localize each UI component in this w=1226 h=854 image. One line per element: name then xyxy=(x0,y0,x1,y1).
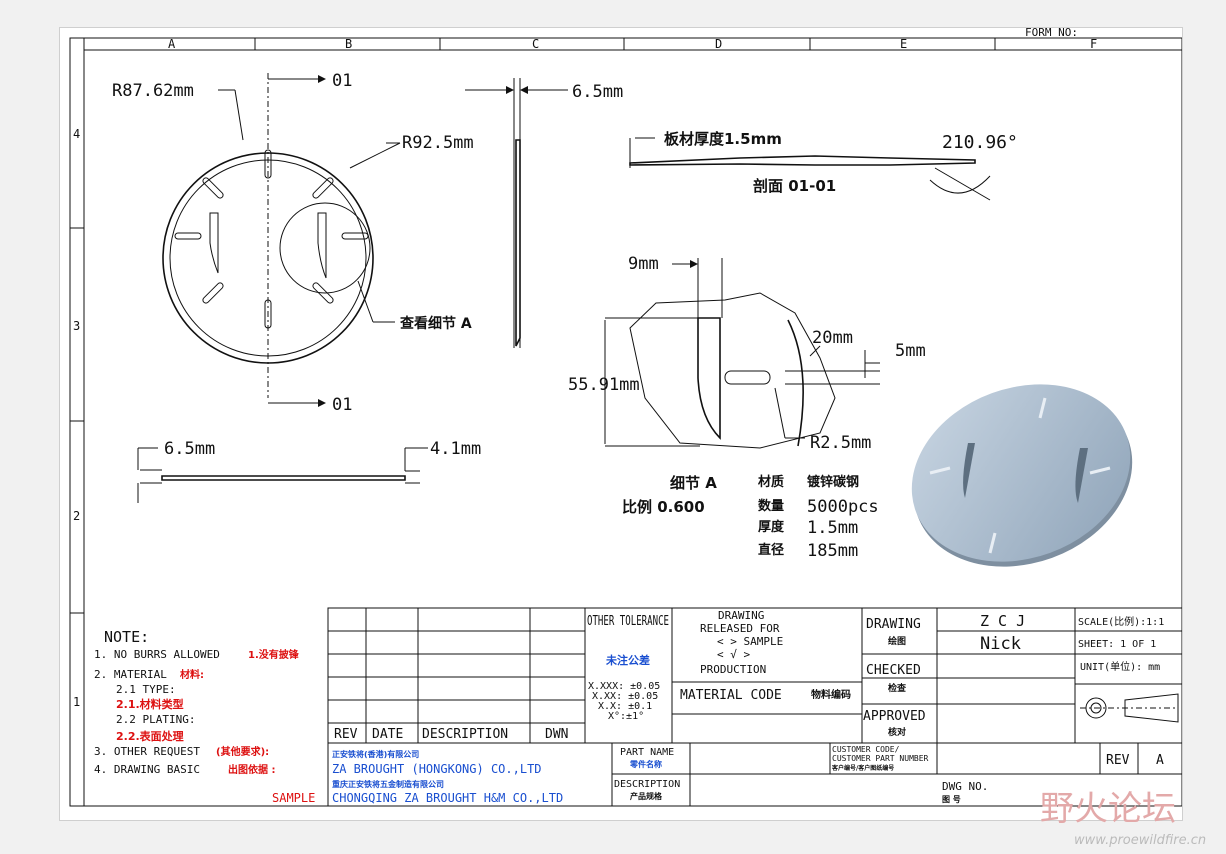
detail-callout: 查看细节 A xyxy=(400,315,472,332)
col-label-a: A xyxy=(168,37,176,51)
side-view xyxy=(465,78,568,348)
drawing-label-cn: 绘图 xyxy=(888,635,906,647)
note-1: 1. NO BURRS ALLOWED xyxy=(94,648,220,661)
checked-label: CHECKED xyxy=(866,663,921,678)
check-option: < √ > xyxy=(717,648,750,661)
note-4: 2.2 PLATING: xyxy=(116,713,195,726)
form-no: FORM NO: xyxy=(1025,28,1078,39)
material-code: MATERIAL CODE xyxy=(680,688,782,703)
rev-header-dwn: DWN xyxy=(545,727,568,742)
dim-r87: R87.62mm xyxy=(112,81,194,101)
spec-value-diameter: 185mm xyxy=(807,541,858,561)
dim-r25: R2.5mm xyxy=(810,433,871,453)
spec-label-diameter: 直径 xyxy=(758,542,784,558)
section-mark-top: 01 xyxy=(332,71,352,91)
drawing-released-title: DRAWING xyxy=(718,609,764,622)
detail-title: 细节 A xyxy=(670,474,717,492)
spec-label-qty: 数量 xyxy=(758,498,784,514)
iso-render xyxy=(911,384,1133,567)
other-tolerance: OTHER TOLERANCE xyxy=(587,614,669,629)
note-6-cn: 出图依据 : xyxy=(228,763,275,776)
rev-header-date: DATE xyxy=(372,727,403,742)
tol-4: X°:±1° xyxy=(608,711,644,722)
col-label-e: E xyxy=(900,37,907,51)
note-6: 4. DRAWING BASIC xyxy=(94,763,200,776)
scale-info: SCALE(比例):1:1 xyxy=(1078,615,1164,628)
company-cn-1: 正安铁将(香港)有限公司 xyxy=(332,749,419,759)
unit-info: UNIT(单位): mm xyxy=(1080,660,1160,673)
part-name: PART NAME xyxy=(620,747,674,758)
dwg-no: DWG NO. xyxy=(942,780,988,793)
dwg-no-cn: 图 号 xyxy=(942,795,961,804)
note-3-cn: 2.1.材料类型 xyxy=(116,697,184,711)
spec-value-qty: 5000pcs xyxy=(807,497,879,517)
material-code-cn: 物料编码 xyxy=(811,688,851,701)
description-cn: 产品规格 xyxy=(630,791,663,801)
customer-cn: 客户编号/客户图纸编号 xyxy=(831,764,894,772)
note-2-cn: 材料: xyxy=(180,668,204,681)
row-label-1: 1 xyxy=(73,695,80,709)
row-label-3: 3 xyxy=(73,319,80,333)
drawn-by: Z C J xyxy=(980,612,1025,630)
part-name-cn: 零件名称 xyxy=(629,759,662,769)
row-label-2: 2 xyxy=(73,509,80,523)
spec-value-material: 镀锌碳钢 xyxy=(807,474,859,490)
notes-title: NOTE: xyxy=(104,628,149,646)
spec-value-thickness: 1.5mm xyxy=(807,518,858,538)
dim-thickness-top: 6.5mm xyxy=(572,82,623,102)
checked-by: Nick xyxy=(980,634,1021,654)
dim-9: 9mm xyxy=(628,254,659,274)
note-sample: SAMPLE xyxy=(272,791,315,805)
note-5-cn: (其他要求): xyxy=(216,745,269,758)
dim-5: 5mm xyxy=(895,341,926,361)
rev-value: A xyxy=(1156,753,1164,768)
dim-20: 20mm xyxy=(812,328,853,348)
plate-thickness: 板材厚度1.5mm xyxy=(664,130,782,148)
col-label-b: B xyxy=(345,37,352,51)
company-name-1: ZA BROUGHT (HONGKONG) CO.,LTD xyxy=(332,762,542,776)
approved-label-cn: 核对 xyxy=(888,726,906,738)
section-mark-bottom: 01 xyxy=(332,395,352,415)
rev-header-description: DESCRIPTION xyxy=(422,727,508,742)
released-for: RELEASED FOR xyxy=(700,622,780,635)
note-5: 3. OTHER REQUEST xyxy=(94,745,200,758)
technical-drawing: FORM NO: A B C D E F 4 3 2 1 R87.62mm R9… xyxy=(69,28,1182,807)
dim-height: 4.1mm xyxy=(430,439,481,459)
note-3: 2.1 TYPE: xyxy=(116,683,176,696)
col-label-c: C xyxy=(532,37,539,51)
rev-label: REV xyxy=(1106,753,1130,768)
dim-thickness-left: 6.5mm xyxy=(164,439,215,459)
sheet-info: SHEET: 1 OF 1 xyxy=(1078,639,1156,650)
production-option: PRODUCTION xyxy=(700,663,766,676)
col-label-d: D xyxy=(715,37,722,51)
sample-option: < > SAMPLE xyxy=(717,635,783,648)
customer-code: CUSTOMER CODE/ xyxy=(832,745,900,754)
note-1-cn: 1.没有披锋 xyxy=(248,648,300,661)
angle-dim: 210.96° xyxy=(942,132,1018,153)
checked-label-cn: 检查 xyxy=(888,682,907,694)
section-label: 剖面 01-01 xyxy=(753,177,836,195)
rev-header-rev: REV xyxy=(334,727,358,742)
unspecified-tolerance: 未注公差 xyxy=(605,653,650,667)
row-label-4: 4 xyxy=(73,127,80,141)
dim-r92: R92.5mm xyxy=(402,133,474,153)
watermark-url: www.proewildfire.cn xyxy=(1074,833,1206,848)
spec-label-thickness: 厚度 xyxy=(758,519,785,535)
note-4-cn: 2.2.表面处理 xyxy=(116,729,184,743)
detail-scale: 比例 0.600 xyxy=(622,498,705,516)
note-2: 2. MATERIAL xyxy=(94,668,167,681)
customer-part: CUSTOMER PART NUMBER xyxy=(832,754,929,763)
approved-label: APPROVED xyxy=(863,709,926,724)
col-label-f: F xyxy=(1090,37,1097,51)
dim-55: 55.91mm xyxy=(568,375,640,395)
company-cn-2: 重庆正安铁将五金制造有限公司 xyxy=(332,779,444,789)
drawing-label: DRAWING xyxy=(866,617,921,632)
detail-view xyxy=(604,258,880,449)
company-name-2: CHONGQING ZA BROUGHT H&M CO.,LTD xyxy=(332,791,563,805)
spec-label-material: 材质 xyxy=(758,474,784,490)
description-label: DESCRIPTION xyxy=(614,779,680,790)
drawing-sheet: FORM NO: A B C D E F 4 3 2 1 R87.62mm R9… xyxy=(60,28,1182,820)
front-view xyxy=(162,73,401,407)
